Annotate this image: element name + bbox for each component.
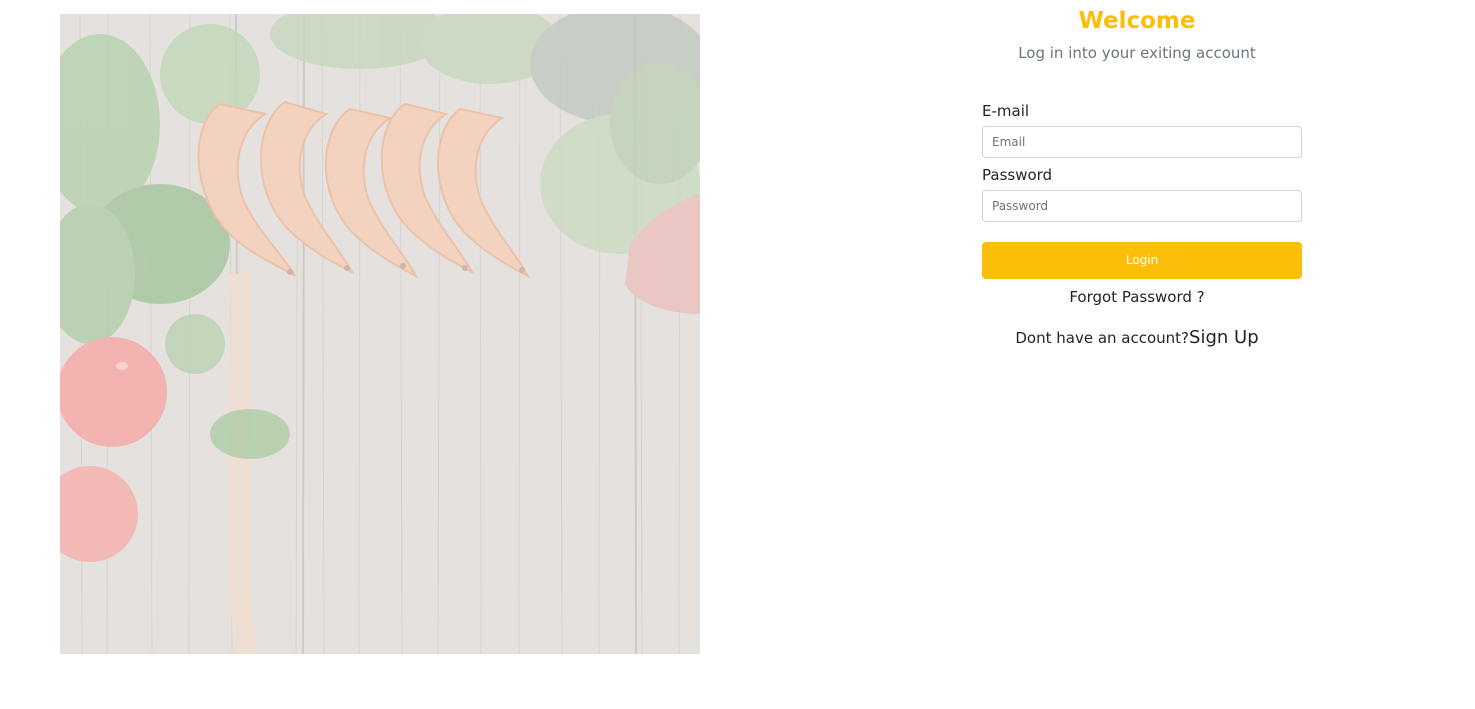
page-subtitle: Log in into your exiting account [1018,44,1256,62]
hero-food-image [60,14,700,654]
email-field[interactable] [982,126,1302,158]
email-label: E-mail [982,102,1030,120]
signup-link[interactable]: Sign Up [1189,327,1259,348]
login-button[interactable]: Login [982,242,1302,279]
forgot-password-link[interactable]: Forgot Password ? [982,287,1292,307]
no-account-text: Dont have an account? [1015,329,1190,347]
password-label: Password [982,166,1053,184]
password-field[interactable] [982,190,1302,222]
signup-prompt: Dont have an account?Sign Up [982,326,1292,350]
page-title: Welcome [1078,8,1196,34]
food-photo-illustration [60,14,700,654]
